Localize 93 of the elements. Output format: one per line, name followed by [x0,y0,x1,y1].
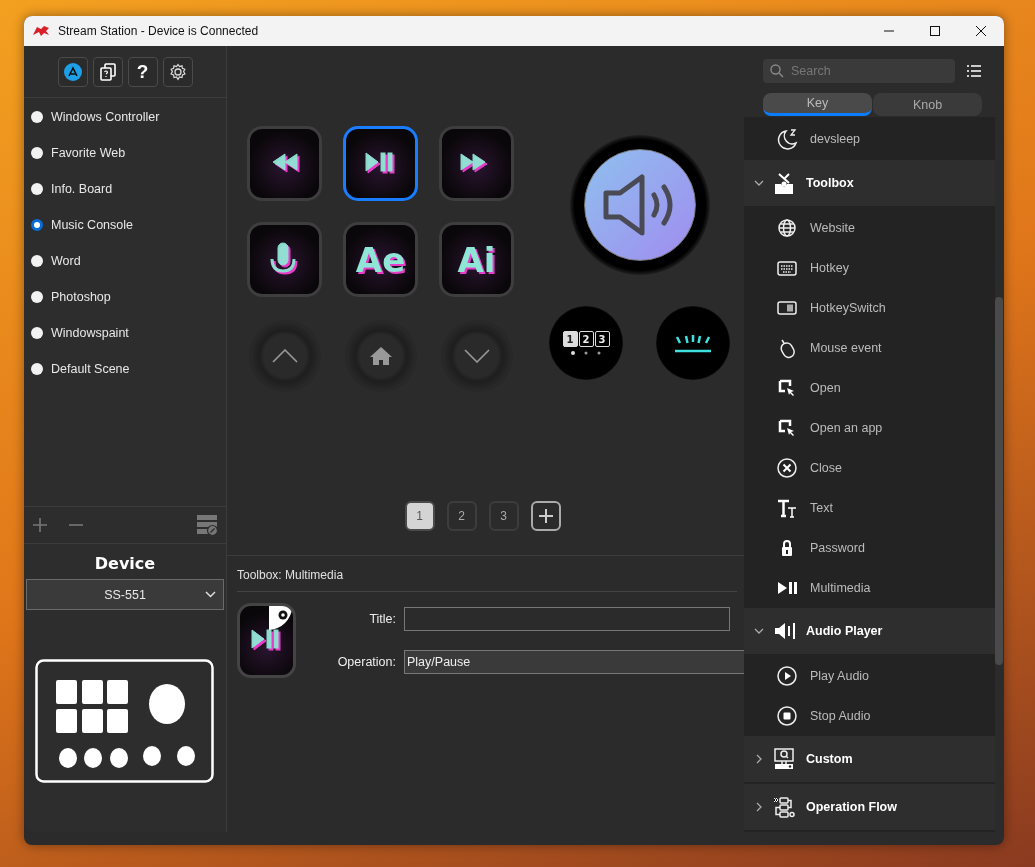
search-field[interactable]: Search [763,59,955,83]
pages-icon [99,63,116,81]
chevron-down-icon [463,348,490,363]
add-page-button[interactable] [530,501,561,531]
key-button[interactable] [247,126,322,201]
page-number: 1 [562,331,578,347]
key-glyph-icon [363,150,398,177]
scene-label[interactable]: Photoshop [51,290,111,304]
scene-label[interactable]: Windows Controller [51,110,160,124]
text-size-icon [776,497,798,519]
monitor-search-icon [773,748,795,770]
action-item[interactable]: Password [810,541,865,555]
action-item[interactable]: devsleep [810,131,861,146]
window-title: Stream Station - Device is Connected [58,24,259,38]
server-settings-icon [196,514,218,536]
home-icon [368,345,393,366]
maximize-icon [930,26,940,36]
chevron-up-icon [271,348,298,363]
action-item[interactable]: Play Audio [810,669,870,683]
play-circle-icon [776,665,798,687]
operation-label: Operation: [336,655,396,669]
radio-button[interactable] [31,183,43,195]
light-bar-icon [673,333,713,353]
radio-button[interactable] [31,291,43,303]
scene-label[interactable]: Windowspaint [51,326,129,340]
toolbox-icon [773,172,795,194]
page-button[interactable]: 1 [404,501,435,531]
tab[interactable]: Knob [873,93,982,116]
chevron-down-icon [205,591,216,598]
radio-button[interactable] [31,255,43,267]
page-button[interactable]: 2 [446,501,477,531]
flowchart-icon [773,796,795,818]
action-item[interactable]: Multimedia [810,581,871,595]
app-store-icon [63,63,82,81]
close-icon [976,26,986,36]
category-label[interactable]: Operation Flow [806,800,897,814]
device-heading: Device [94,554,156,573]
list-view-icon [967,65,981,77]
radio-button[interactable] [31,219,43,231]
action-item[interactable]: Open an app [810,421,883,435]
action-item[interactable]: Text [810,501,833,515]
page-number: 3 [594,331,610,347]
key-button[interactable] [247,222,322,297]
radio-button[interactable] [31,363,43,375]
dots-icon [571,351,601,355]
action-item[interactable]: Close [810,461,842,475]
key-glyph-icon [249,627,284,654]
moon-icon [776,127,798,150]
scene-label[interactable]: Info. Board [51,182,113,196]
page-button[interactable]: 3 [488,501,519,531]
tab[interactable]: Key [763,93,872,116]
settings-icon [269,606,293,630]
key-button[interactable] [343,126,418,201]
page-number: 2 [578,331,594,347]
add-icon [538,509,553,523]
close-circle-icon [776,457,798,479]
action-item[interactable]: Open [810,381,841,395]
scene-label[interactable]: Music Console [51,218,133,232]
key-button[interactable] [439,126,514,201]
scene-label[interactable]: Favorite Web [51,146,126,160]
stop-circle-icon [776,705,798,727]
radio-button[interactable] [31,111,43,123]
settings-button[interactable] [162,57,193,87]
category-label[interactable]: Toolbox [806,176,854,190]
title-input[interactable] [404,607,730,631]
key-button[interactable]: Ai [439,222,514,297]
key-button[interactable]: Ae [343,222,418,297]
device-dropdown[interactable]: SS-551 [26,579,224,610]
manual-button[interactable] [92,57,123,87]
category-label[interactable]: Custom [806,752,853,766]
category-label[interactable]: Audio Player [806,624,883,638]
action-item[interactable]: Website [810,221,855,235]
radio-button[interactable] [31,147,43,159]
globe-icon [776,217,798,239]
action-item[interactable]: Mouse event [810,341,882,355]
help-button[interactable]: ? [127,57,158,87]
app-logo-icon [32,25,50,37]
scene-label[interactable]: Default Scene [51,362,130,376]
action-item[interactable]: HotkeySwitch [810,301,886,315]
page-dial[interactable]: 1 2 3 [549,306,623,380]
radio-button[interactable] [31,327,43,339]
action-item[interactable]: Stop Audio [810,709,871,723]
scene-label[interactable]: Word [51,254,81,268]
speaker-icon [773,620,795,642]
settings-icon [168,63,187,81]
operation-dropdown[interactable]: Play/Pause [404,650,744,674]
title-label: Title: [368,612,396,626]
properties-heading: Toolbox: Multimedia [237,568,737,592]
add-icon [32,517,48,533]
search-icon [770,64,784,78]
scrollbar-thumb[interactable] [995,297,1003,665]
action-item[interactable]: Hotkey [810,261,849,275]
app-store-button[interactable] [57,57,88,87]
